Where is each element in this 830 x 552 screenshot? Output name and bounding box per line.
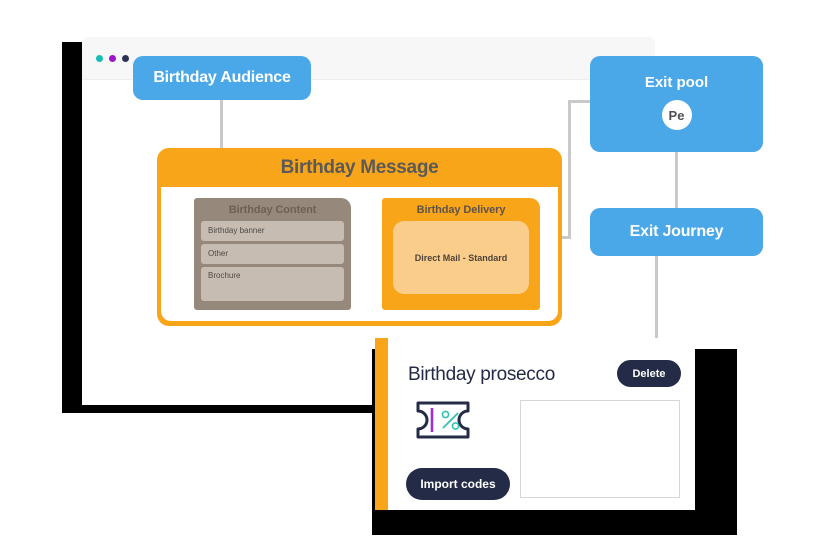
detail-panel: Birthday prosecco Delete Import codes (375, 338, 695, 510)
detail-panel-body: Birthday prosecco Delete Import codes (388, 338, 695, 510)
detail-panel-title: Birthday prosecco (408, 364, 555, 385)
node-exit-pool[interactable]: Exit pool Pe (590, 56, 763, 152)
birthday-delivery-item[interactable]: Direct Mail - Standard (393, 221, 529, 294)
birthday-message-title: Birthday Message (280, 157, 439, 178)
node-exit-journey-label: Exit Journey (629, 223, 724, 240)
birthday-content-item-other[interactable]: Other (201, 244, 344, 264)
node-birthday-content[interactable]: Birthday Content Birthday banner Other B… (194, 198, 351, 310)
node-birthday-delivery[interactable]: Birthday Delivery Direct Mail - Standard (382, 198, 540, 310)
code-list-box[interactable] (520, 400, 680, 498)
screenshot-root: Birthday Audience Birthday Message Birth… (0, 0, 830, 552)
birthday-content-title: Birthday Content (228, 204, 317, 216)
import-codes-button[interactable]: Import codes (406, 468, 510, 500)
connector-exitjourney-down (655, 256, 658, 340)
node-birthday-audience-label: Birthday Audience (153, 69, 291, 86)
birthday-delivery-title: Birthday Delivery (416, 204, 506, 216)
traffic-light-dot-teal-icon[interactable] (96, 55, 103, 62)
node-exit-pool-label: Exit pool (644, 74, 709, 91)
birthday-content-item-brochure[interactable]: Brochure (201, 267, 344, 301)
birthday-message-body: Birthday Content Birthday banner Other B… (161, 187, 558, 321)
connector-exitpool-to-exitjourney (675, 152, 678, 208)
node-birthday-message[interactable]: Birthday Message Birthday Content Birthd… (157, 148, 562, 326)
exit-pool-badge: Pe (661, 100, 692, 130)
node-birthday-audience[interactable]: Birthday Audience (133, 56, 311, 100)
birthday-content-item-banner[interactable]: Birthday banner (201, 221, 344, 241)
traffic-light-dot-purple-icon[interactable] (109, 55, 116, 62)
coupon-percent-icon (415, 400, 471, 445)
traffic-light-dot-navy-icon[interactable] (122, 55, 129, 62)
delete-button[interactable]: Delete (617, 360, 681, 387)
detail-panel-accent-bar (375, 338, 388, 510)
node-exit-journey[interactable]: Exit Journey (590, 208, 763, 256)
connector-audience-to-message (220, 99, 223, 149)
connector-delivery-to-exitpool-vertical (568, 100, 571, 239)
